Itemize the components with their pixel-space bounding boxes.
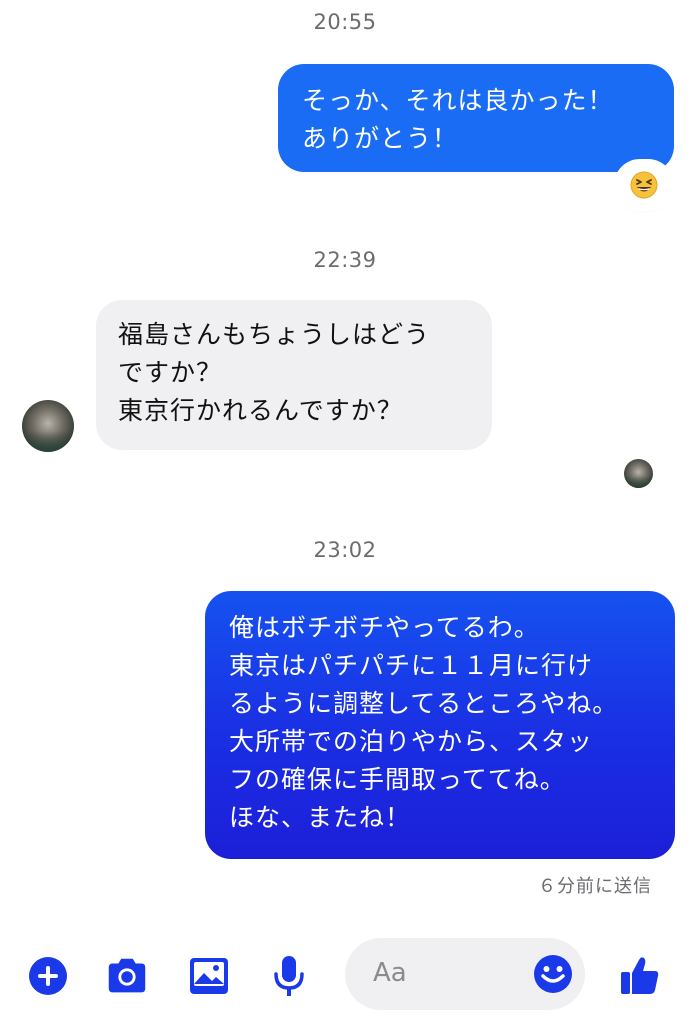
message-input[interactable]: Aa (345, 938, 585, 1010)
timestamp: 20:55 (313, 10, 377, 34)
sent-status: ６分前に送信 (538, 876, 652, 897)
message-bubble-outgoing[interactable]: そっか、それは良かった！ ありがとう！ (278, 64, 674, 172)
contact-avatar[interactable] (22, 400, 74, 452)
read-receipt-avatar (624, 459, 653, 488)
emoji-button[interactable] (531, 952, 575, 996)
plus-icon (29, 957, 67, 995)
reaction-badge[interactable] (617, 162, 671, 208)
chat-screen: 20:55 そっか、それは良かった！ ありがとう！ 22:39 福島さんもちょう… (0, 0, 690, 1024)
emoji-icon (534, 955, 572, 993)
message-input-placeholder: Aa (373, 958, 407, 988)
message-composer: Aa (0, 930, 690, 1024)
timestamp: 23:02 (313, 538, 377, 562)
timestamp: 22:39 (313, 248, 377, 272)
message-bubble-incoming[interactable]: 福島さんもちょうしはどう ですか？ 東京行かれるんですか？ (96, 300, 492, 450)
thumbs-up-icon (621, 957, 659, 994)
gallery-button[interactable] (185, 952, 233, 1000)
camera-button[interactable] (103, 952, 151, 1000)
image-icon (190, 958, 228, 994)
camera-icon (108, 958, 146, 993)
message-bubble-outgoing[interactable]: 俺はボチボチやってるわ。 東京はパチパチに１１月に行け るように調整してるところ… (205, 591, 675, 859)
like-button[interactable] (615, 952, 663, 1000)
add-button[interactable] (24, 952, 72, 1000)
grinning-squinting-face-icon (630, 171, 658, 199)
voice-button[interactable] (265, 952, 313, 1000)
microphone-icon (274, 956, 304, 996)
